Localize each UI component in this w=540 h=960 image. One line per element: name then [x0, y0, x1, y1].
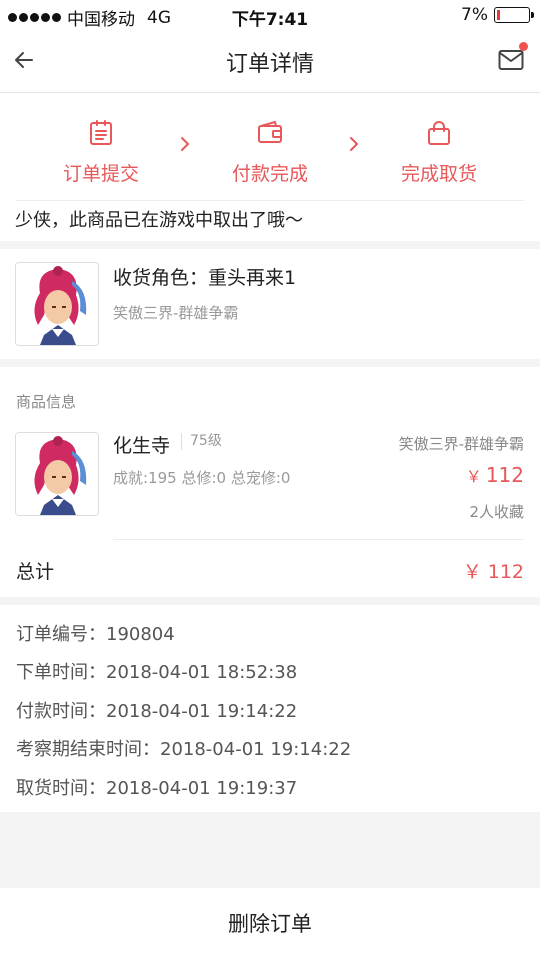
- price-value: 112: [485, 463, 524, 487]
- pickup-time: 取货时间：2018-04-01 19:19:37: [16, 778, 298, 799]
- page-title: 订单详情: [225, 52, 314, 77]
- battery-percent: 7%: [461, 5, 488, 25]
- step-label: 付款完成: [231, 163, 308, 185]
- pickup-notice: 少侠，此商品已在游戏中取出了哦～: [0, 201, 540, 241]
- status-right: 7%: [461, 5, 534, 25]
- order-progress: 订单提交 付款完成 完成取货: [0, 93, 540, 201]
- favorites-count: 2人收藏: [469, 503, 524, 521]
- character-portrait-icon: [16, 263, 98, 345]
- payment-time: 付款时间：2018-04-01 19:14:22: [16, 701, 298, 722]
- message-icon[interactable]: [498, 48, 524, 72]
- order-time: 下单时间：2018-04-01 18:52:38: [16, 662, 298, 683]
- receiver-card: 收货角色：重头再来1 笑傲三界-群雄争霸: [0, 249, 540, 359]
- inspection-end-time: 考察期结束时间：2018-04-01 19:14:22: [16, 739, 352, 760]
- status-bar: 中国移动 4G 下午7:41 7%: [0, 0, 540, 30]
- section-label: 商品信息: [16, 393, 77, 411]
- step-pickup-complete: 完成取货: [359, 119, 519, 186]
- step-label: 完成取货: [400, 163, 477, 185]
- goods-avatar[interactable]: [15, 432, 99, 516]
- goods-info-card: 商品信息 化生寺 75级 笑傲三界-群雄争霸 成就:195 总修:0 总宠修:0…: [0, 367, 540, 597]
- delete-order-button[interactable]: 删除订单: [0, 888, 540, 960]
- total-label: 总计: [16, 561, 55, 583]
- goods-name[interactable]: 化生寺: [113, 431, 170, 458]
- receiver-role: 收货角色：重头再来1: [113, 267, 297, 289]
- nav-bar: 订单详情: [0, 30, 540, 93]
- goods-price: ￥ 112: [466, 463, 524, 487]
- avatar: [15, 262, 99, 346]
- shopping-bag-icon: [428, 121, 450, 145]
- battery-icon: [494, 7, 534, 23]
- goods-server: 笑傲三界-群雄争霸: [398, 435, 524, 453]
- currency-symbol: ￥: [465, 467, 482, 486]
- goods-stats: 成就:195 总修:0 总宠修:0: [113, 469, 291, 487]
- goods-level: 75级: [181, 433, 222, 450]
- order-number: 订单编号：190804: [16, 624, 175, 645]
- order-info-card: 订单编号：190804 下单时间：2018-04-01 18:52:38 付款时…: [0, 605, 540, 812]
- step-label: 订单提交: [62, 163, 139, 185]
- total-price: ￥ 112: [462, 561, 524, 583]
- unread-dot: [519, 42, 528, 51]
- step-payment-complete: 付款完成: [190, 119, 350, 186]
- order-list-icon: [90, 120, 112, 145]
- character-portrait-icon: [16, 433, 98, 515]
- status-time: 下午7:41: [231, 10, 309, 30]
- step-order-submitted: 订单提交: [21, 119, 181, 186]
- wallet-icon: [258, 121, 282, 143]
- divider: [113, 539, 524, 540]
- receiver-server: 笑傲三界-群雄争霸: [113, 304, 239, 322]
